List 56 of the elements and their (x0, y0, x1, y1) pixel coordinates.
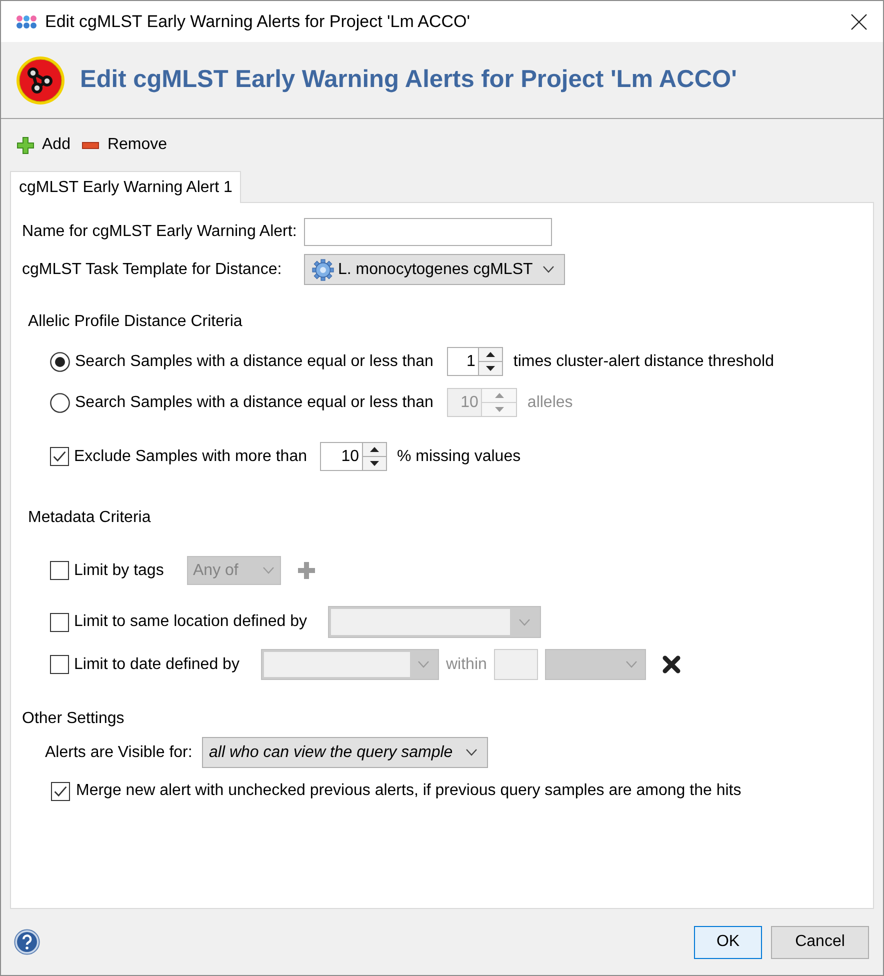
input-field[interactable] (304, 218, 552, 246)
chevron-down-icon (518, 618, 530, 626)
checkbox[interactable] (51, 782, 70, 800)
caret-up-icon[interactable] (486, 352, 496, 357)
section-title: Allelic Profile Distance Criteria (28, 312, 242, 332)
section-title: Metadata Criteria (28, 508, 151, 528)
dropdown[interactable]: L. monocytogenes cgMLST (304, 254, 565, 285)
close-icon[interactable] (851, 14, 867, 30)
remove-button[interactable]: Remove (82, 132, 168, 158)
chevron-down-icon (263, 567, 274, 574)
checkbox[interactable] (50, 447, 69, 466)
field-label: Alerts are Visible for: (45, 742, 192, 762)
checkbox[interactable] (50, 561, 69, 580)
checkbox-label: Limit to date defined by (74, 654, 240, 674)
radio-label: Search Samples with a distance equal or less than (75, 392, 434, 412)
caret-down-icon[interactable] (486, 366, 496, 371)
radio-button[interactable] (50, 392, 70, 412)
radio-label: Search Samples with a distance equal or less than (75, 352, 434, 372)
checkbox-label: Merge new alert with unchecked previous alerts, if previous query samples are among the hits (76, 781, 742, 801)
help-icon[interactable] (14, 929, 40, 955)
checkbox[interactable] (50, 655, 69, 674)
caret-down-icon[interactable] (370, 461, 379, 466)
unit-label: alleles (527, 392, 573, 412)
dropdown[interactable]: all who can view the query sample (202, 737, 488, 768)
checkbox[interactable] (50, 612, 69, 632)
checkbox-label: Limit by tags (74, 560, 164, 580)
number-spinner[interactable]: 10 (320, 442, 387, 471)
chevron-down-icon (418, 661, 428, 668)
minus-icon (82, 142, 100, 148)
tab[interactable]: cgMLST Early Warning Alert 1 (10, 171, 242, 203)
chevron-down-icon (626, 661, 637, 668)
dot-grid-icon (16, 14, 37, 28)
chevron-down-icon (543, 266, 554, 273)
field-label: cgMLST Task Template for Distance: (22, 260, 282, 280)
section-title: Other Settings (22, 709, 124, 729)
checkbox-label: Exclude Samples with more than (74, 446, 307, 466)
checkbox-label: Limit to same location defined by (74, 612, 308, 632)
window-title: Edit cgMLST Early Warning Alerts for Project 'Lm ACCO' (45, 10, 470, 33)
ok-button[interactable]: OK (694, 926, 762, 958)
cancel-button[interactable]: Cancel (771, 926, 869, 958)
network-logo-icon (16, 56, 65, 104)
field-label: Name for cgMLST Early Warning Alert: (22, 222, 297, 242)
cross-icon[interactable] (662, 655, 681, 674)
add-button[interactable]: Add (17, 132, 70, 158)
chevron-down-icon (466, 749, 477, 756)
unit-label: % missing values (397, 446, 521, 466)
within-label: within (446, 654, 487, 674)
number-spinner[interactable]: 1 (447, 347, 504, 376)
radio-button[interactable] (50, 352, 70, 372)
plus-icon (17, 136, 34, 154)
caret-up-icon[interactable] (370, 447, 379, 452)
plus-icon[interactable] (298, 562, 315, 579)
input-field[interactable] (494, 649, 538, 680)
gear-icon (312, 258, 334, 280)
dialog-heading: Edit cgMLST Early Warning Alerts for Project 'Lm ACCO' (80, 64, 737, 95)
unit-label: times cluster-alert distance threshold (513, 352, 774, 372)
